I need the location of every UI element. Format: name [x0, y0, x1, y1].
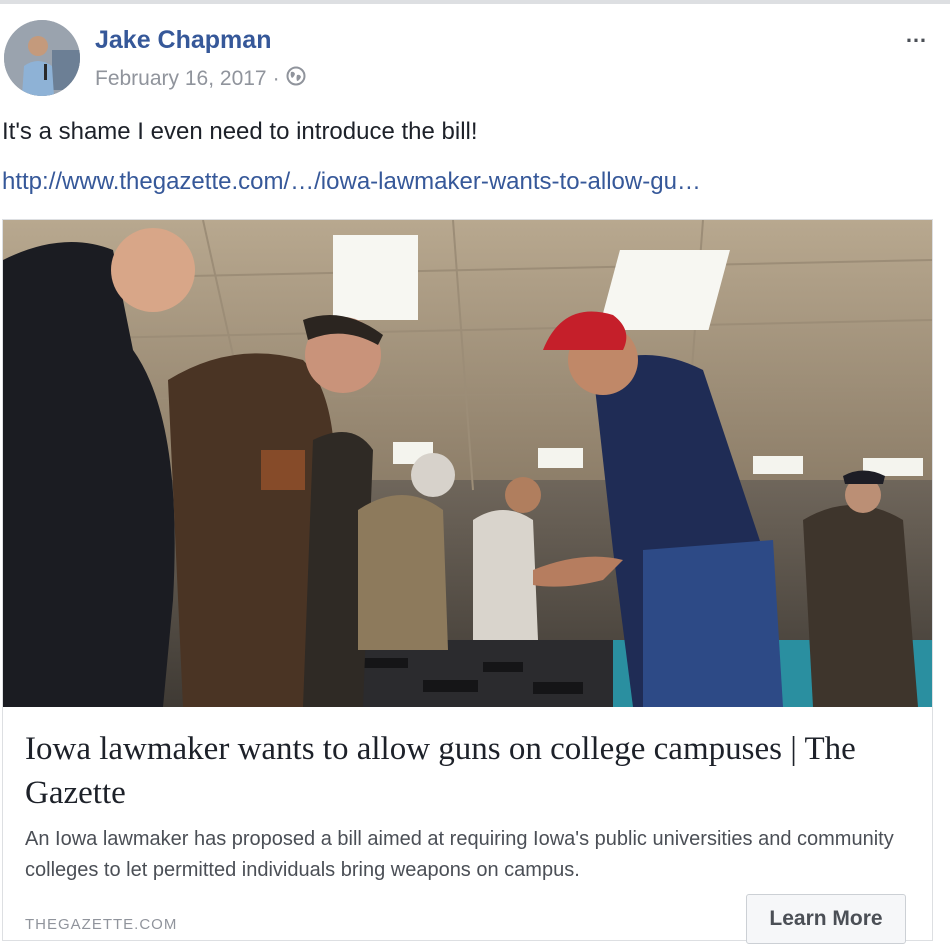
learn-more-button[interactable]: Learn More — [746, 894, 906, 944]
top-divider — [0, 0, 950, 4]
more-options-icon[interactable]: … — [905, 22, 928, 48]
globe-icon — [286, 66, 306, 92]
author-avatar[interactable] — [4, 20, 80, 96]
post-date[interactable]: February 16, 2017 — [95, 67, 267, 91]
link-preview-card[interactable]: Iowa lawmaker wants to allow guns on col… — [2, 219, 933, 944]
author-name-link[interactable]: Jake Chapman — [95, 26, 271, 55]
article-photo[interactable] — [3, 220, 932, 707]
meta-separator: · — [272, 67, 280, 90]
post-meta: February 16, 2017 · — [95, 66, 306, 92]
post-text: It's a shame I even need to introduce th… — [2, 118, 478, 145]
card-description: An Iowa lawmaker has proposed a bill aim… — [25, 828, 894, 881]
card-title[interactable]: Iowa lawmaker wants to allow guns on col… — [25, 727, 915, 815]
post-link[interactable]: http://www.thegazette.com/…/iowa-lawmake… — [2, 168, 701, 196]
